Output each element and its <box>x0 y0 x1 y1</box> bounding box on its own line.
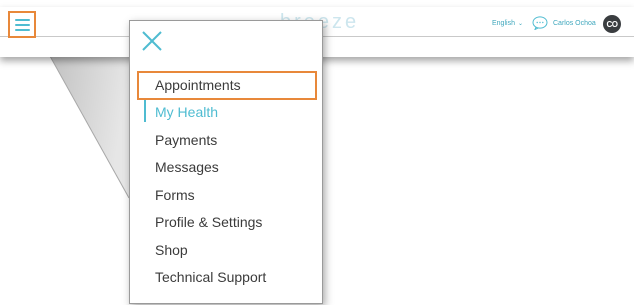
avatar[interactable]: CO <box>603 15 621 33</box>
menu-item-payments[interactable]: Payments <box>155 132 217 148</box>
menu-item-forms[interactable]: Forms <box>155 187 195 203</box>
menu-item-my-health[interactable]: My Health <box>155 104 218 120</box>
hamburger-icon <box>14 18 30 31</box>
menu-toggle-button[interactable] <box>8 11 36 38</box>
menu-item-profile-settings[interactable]: Profile & Settings <box>155 214 262 230</box>
side-menu-panel: Appointments My Health Payments Messages… <box>129 20 323 304</box>
menu-item-technical-support[interactable]: Technical Support <box>155 269 266 285</box>
language-label: English <box>492 20 515 27</box>
chat-icon[interactable] <box>532 16 548 30</box>
menu-item-shop[interactable]: Shop <box>155 242 188 258</box>
close-icon[interactable] <box>141 30 163 52</box>
user-name[interactable]: Carlos Ochoa <box>553 20 596 27</box>
menu-item-messages[interactable]: Messages <box>155 159 219 175</box>
chevron-down-icon: ⌄ <box>517 21 523 27</box>
menu-item-appointments[interactable]: Appointments <box>155 77 241 93</box>
language-selector[interactable]: English ⌄ <box>492 20 523 27</box>
active-indicator <box>144 100 146 122</box>
